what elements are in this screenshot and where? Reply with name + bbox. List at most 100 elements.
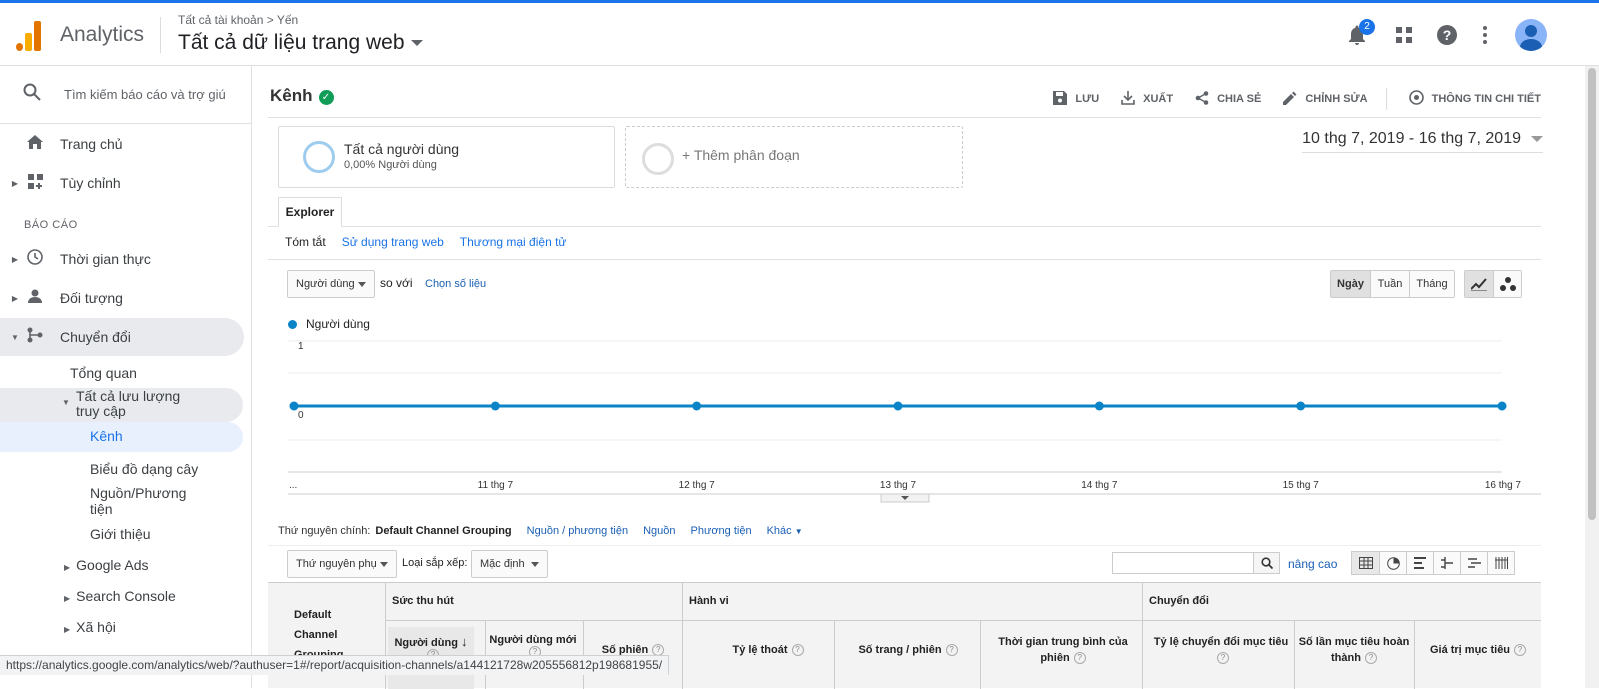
account-button[interactable] <box>1511 13 1551 57</box>
search-input[interactable]: Tìm kiếm báo cáo và trợ giú <box>64 87 226 102</box>
sidebar-item-audience[interactable]: ▶ Đối tượng <box>0 279 244 317</box>
line-chart-button[interactable] <box>1465 271 1493 297</box>
insights-button[interactable]: THÔNG TIN CHI TIẾT <box>1408 90 1541 108</box>
month-button[interactable]: Tháng <box>1409 271 1454 297</box>
sidebar-item-customize[interactable]: ▶ Tùy chỉnh <box>0 164 244 202</box>
app-name[interactable]: Analytics <box>60 23 144 47</box>
help-button[interactable]: ? <box>1427 13 1467 57</box>
sidebar-item-overview[interactable]: Tổng quan <box>70 365 137 381</box>
data-point[interactable] <box>893 401 903 411</box>
share-button[interactable]: CHIA SẺ <box>1195 90 1261 108</box>
analytics-logo-icon[interactable] <box>16 21 42 51</box>
page-scrollbar[interactable] <box>1585 66 1599 688</box>
save-button[interactable]: LƯU <box>1053 90 1099 108</box>
help-question-icon[interactable]: ? <box>1514 644 1527 657</box>
sidebar-item-google-ads[interactable]: ▶ Google Ads <box>64 557 149 573</box>
table-view-button[interactable] <box>1352 552 1379 574</box>
subtab-ecommerce[interactable]: Thương mại điện tử <box>460 235 567 249</box>
sidebar-item-search-console[interactable]: ▶ Search Console <box>64 588 176 604</box>
dashboard-icon <box>24 173 46 193</box>
sidebar-item-source-medium[interactable]: Nguồn/Phương tiện <box>90 485 210 517</box>
breadcrumb[interactable]: Tất cả tài khoản > Yến <box>178 13 298 27</box>
view-selector[interactable]: Tất cả dữ liệu trang web <box>178 31 423 55</box>
bubble-chart-icon <box>1499 277 1516 291</box>
metric-select[interactable]: Người dùng <box>287 270 375 298</box>
day-button[interactable]: Ngày <box>1331 271 1370 297</box>
help-question-icon[interactable]: ? <box>1217 652 1229 665</box>
dimension-medium[interactable]: Phương tiện <box>691 525 752 537</box>
date-range-text: 10 thg 7, 2019 - 16 thg 7, 2019 <box>1302 130 1521 147</box>
sidebar-item-social[interactable]: ▶ Xã hội <box>64 619 116 635</box>
dimension-source-medium[interactable]: Nguồn / phương tiện <box>527 525 628 537</box>
sidebar-item-treemap[interactable]: Biểu đồ dạng cây <box>90 461 198 477</box>
table-search-button[interactable] <box>1254 552 1280 574</box>
users-line-chart: 1 0... 11 thg 7 12 thg 7 13 thg 7 14 thg 7 15 … <box>288 340 1541 503</box>
tab-explorer[interactable]: Explorer <box>278 197 342 227</box>
grid-icon <box>1358 557 1373 569</box>
column-header-goal-completions[interactable]: Số lần mục tiêu hoàn thành? <box>1298 634 1410 666</box>
x-tick-label: 12 thg 7 <box>679 480 716 491</box>
add-segment-button[interactable]: + Thêm phân đoạn <box>625 126 963 188</box>
help-question-icon[interactable]: ? <box>1073 652 1086 665</box>
sidebar-item-all-traffic[interactable]: ▼ Tất cả lưu lượng truy cập <box>0 388 243 422</box>
sidebar-item-channels[interactable]: Kênh <box>0 422 243 452</box>
column-header-goal-conversion-rate[interactable]: Tỷ lệ chuyển đổi mục tiêu? <box>1148 634 1294 666</box>
report-search[interactable]: Tìm kiếm báo cáo và trợ giú <box>0 66 251 124</box>
chevron-down-icon <box>380 562 388 567</box>
data-point[interactable] <box>1094 401 1104 411</box>
comparison-view-button[interactable] <box>1433 552 1460 574</box>
choose-metric-link[interactable]: Chọn số liệu <box>425 278 486 290</box>
pivot-view-button[interactable] <box>1487 552 1514 574</box>
column-header-label: Giá trị mục tiêu <box>1429 644 1511 656</box>
column-header-goal-value[interactable]: Giá trị mục tiêu? <box>1418 644 1538 657</box>
data-point[interactable] <box>1497 401 1507 411</box>
export-button[interactable]: XUẤT <box>1121 90 1173 108</box>
legend-label: Người dùng <box>306 317 370 331</box>
dimension-source[interactable]: Nguồn <box>643 525 675 537</box>
help-question-icon[interactable]: ? <box>791 644 804 657</box>
column-header-label: Số trang / phiên <box>858 644 942 656</box>
sort-type-select[interactable]: Mặc định <box>471 550 548 578</box>
advanced-filter-link[interactable]: nâng cao <box>1288 557 1337 571</box>
apps-button[interactable] <box>1384 13 1424 57</box>
sidebar-item-acquisition[interactable]: ▼ Chuyển đổi <box>0 318 244 356</box>
column-header-pages-per-session[interactable]: Số trang / phiên? <box>838 644 978 657</box>
dimension-other[interactable]: Khác ▼ <box>767 525 803 537</box>
segment-all-users[interactable]: Tất cả người dùng 0,00% Người dùng <box>278 126 615 188</box>
scrollbar-thumb[interactable] <box>1588 68 1596 520</box>
x-tick-label: 15 thg 7 <box>1283 480 1320 491</box>
status-bar-url: https://analytics.google.com/analytics/w… <box>0 655 670 675</box>
week-button[interactable]: Tuần <box>1370 271 1409 297</box>
pie-view-button[interactable] <box>1379 552 1406 574</box>
chevron-down-icon <box>1531 135 1543 142</box>
data-point[interactable] <box>289 401 299 411</box>
column-header-bounce-rate[interactable]: Tỷ lệ thoát? <box>688 644 848 657</box>
divider <box>268 117 1541 118</box>
motion-chart-button[interactable] <box>1493 271 1521 297</box>
column-header-avg-session-duration[interactable]: Thời gian trung bình của phiên? <box>990 634 1136 666</box>
sidebar-item-referrals[interactable]: Giới thiệu <box>90 526 151 542</box>
term-cloud-view-button[interactable] <box>1460 552 1487 574</box>
caret-down-icon: ▼ <box>11 332 19 342</box>
sidebar-item-realtime[interactable]: ▶ Thời gian thực <box>0 240 244 278</box>
data-point[interactable] <box>1296 401 1306 411</box>
data-point[interactable] <box>692 401 702 411</box>
data-point[interactable] <box>490 401 500 411</box>
table-search-input[interactable] <box>1112 552 1254 574</box>
column-header-label: Người dùng mới <box>489 634 577 646</box>
more-button[interactable] <box>1465 13 1505 57</box>
performance-view-button[interactable] <box>1406 552 1433 574</box>
help-question-icon[interactable]: ? <box>1364 652 1377 665</box>
sort-type-label: Loại sắp xếp: <box>402 557 468 569</box>
date-range-picker[interactable]: 10 thg 7, 2019 - 16 thg 7, 2019 <box>1302 130 1543 153</box>
secondary-dimension-select[interactable]: Thứ nguyên phụ <box>287 550 397 578</box>
subtab-site-usage[interactable]: Sử dụng trang web <box>342 235 444 249</box>
sidebar-item-home[interactable]: Trang chủ <box>0 125 244 163</box>
subtab-summary[interactable]: Tóm tắt <box>285 235 326 249</box>
edit-button[interactable]: CHỈNH SỬA <box>1283 91 1368 108</box>
dimension-default-channel[interactable]: Default Channel Grouping <box>375 525 511 537</box>
notifications-button[interactable]: 2 <box>1337 13 1377 57</box>
sidebar-item-label: Search Console <box>76 588 176 604</box>
help-question-icon[interactable]: ? <box>945 644 958 657</box>
caret-right-icon: ▶ <box>64 625 71 634</box>
